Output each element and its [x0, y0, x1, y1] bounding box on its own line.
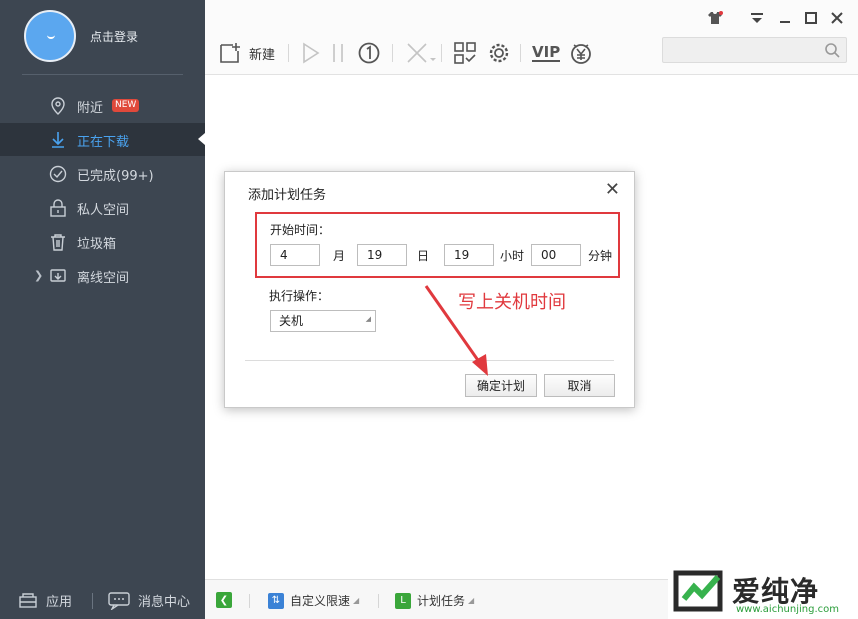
dropdown-icon: ◢	[468, 596, 475, 605]
start-button[interactable]	[301, 40, 321, 66]
dropdown-icon: ◢	[365, 315, 371, 323]
manage-button[interactable]	[453, 40, 477, 66]
location-icon	[48, 96, 67, 115]
dialog-title: 添加计划任务	[248, 188, 327, 203]
new-badge: NEW	[112, 99, 140, 112]
start-time-highlight: 开始时间： 4 月 19 日 19 小时 00 分钟	[255, 212, 620, 278]
settings-button[interactable]	[487, 40, 511, 66]
month-unit: 月	[333, 249, 346, 263]
cloud-icon	[48, 266, 67, 285]
skin-icon[interactable]	[707, 10, 723, 26]
bottom-divider	[92, 593, 93, 609]
delete-icon	[407, 43, 436, 63]
toolbar-divider	[441, 44, 442, 62]
pause-button[interactable]	[331, 40, 345, 66]
custom-speed-limit-label: 自定义限速	[290, 594, 351, 608]
gear-icon	[489, 43, 509, 63]
delete-button[interactable]	[405, 40, 437, 66]
status-divider	[249, 594, 250, 608]
schedule-icon: L	[395, 592, 411, 609]
hour-unit: 小时	[500, 249, 525, 263]
hour-input[interactable]: 19	[444, 244, 494, 266]
sidebar-item-offline-space[interactable]: ❯ 离线空间	[0, 259, 205, 292]
play-icon	[303, 42, 320, 64]
money-button[interactable]	[569, 40, 593, 66]
collapse-button[interactable]: ❮	[216, 592, 238, 608]
chevron-left-icon: ❮	[216, 592, 232, 608]
search-input[interactable]	[662, 37, 847, 63]
grid-check-icon	[454, 42, 476, 64]
action-select[interactable]: 关机 ◢	[270, 310, 376, 332]
chevron-right-icon[interactable]: ❯	[34, 269, 43, 282]
menu-icon[interactable]	[749, 10, 765, 26]
dropdown-icon: ◢	[353, 596, 360, 605]
action-select-value: 关机	[279, 314, 304, 328]
sidebar-item-trash[interactable]: 垃圾箱	[0, 225, 205, 258]
sidebar-item-nearby[interactable]: 附近 NEW	[0, 89, 205, 122]
minimize-icon[interactable]	[777, 10, 793, 26]
message-center-label: 消息中心	[138, 595, 191, 610]
start-time-label: 开始时间：	[270, 223, 331, 237]
sidebar-divider	[22, 74, 183, 75]
schedule-task-label: 计划任务	[417, 594, 466, 608]
sidebar-item-label: 离线空间	[77, 271, 130, 286]
watermark-url: www.aichunjing.com	[736, 604, 839, 615]
cancel-button[interactable]: 取消	[544, 374, 615, 397]
close-icon[interactable]	[829, 10, 845, 26]
sidebar-item-label: 私人空间	[77, 203, 130, 218]
minute-input[interactable]: 00	[531, 244, 581, 266]
sidebar-item-downloading[interactable]: 正在下载	[0, 123, 205, 156]
download-icon	[48, 130, 67, 149]
avatar[interactable]	[24, 10, 76, 62]
sidebar: 点击登录 附近 NEW 正在下载 已完成(99+) 私人空间 垃圾箱 ❯ 离线空…	[0, 0, 205, 619]
lock-icon	[48, 198, 67, 217]
login-link[interactable]: 点击登录	[90, 28, 138, 45]
minute-unit: 分钟	[588, 249, 613, 263]
month-input[interactable]: 4	[270, 244, 320, 266]
sidebar-item-completed[interactable]: 已完成(99+)	[0, 157, 205, 190]
dialog-close-icon[interactable]: ✕	[605, 181, 620, 199]
vip-button[interactable]: VIP	[532, 40, 561, 66]
message-icon	[108, 591, 130, 610]
watermark: 爱纯净 www.aichunjing.com	[668, 566, 858, 619]
maximize-icon[interactable]	[803, 10, 819, 26]
apps-icon	[19, 592, 37, 608]
new-task-button[interactable]: 新建	[219, 40, 275, 66]
limit-button[interactable]	[357, 40, 381, 66]
toolbar-divider	[392, 44, 393, 62]
new-file-icon	[220, 43, 240, 63]
sidebar-item-private-space[interactable]: 私人空间	[0, 191, 205, 224]
custom-speed-limit-button[interactable]: ⇅ 自定义限速 ◢	[268, 592, 359, 609]
apps-label: 应用	[46, 595, 73, 610]
speed-limit-icon: ⇅	[268, 592, 284, 609]
status-divider	[378, 594, 379, 608]
pause-icon	[333, 44, 343, 62]
check-circle-icon	[48, 164, 67, 183]
yuan-icon	[571, 44, 591, 64]
sidebar-item-label: 附近	[77, 101, 104, 116]
vip-label: VIP	[532, 43, 561, 62]
annotation-text: 写上关机时间	[458, 292, 566, 313]
sidebar-item-label: 正在下载	[77, 135, 130, 150]
search-icon[interactable]	[824, 42, 840, 58]
day-input[interactable]: 19	[357, 244, 407, 266]
schedule-task-button[interactable]: L 计划任务 ◢	[395, 592, 474, 609]
message-center-button[interactable]: 消息中心	[108, 591, 190, 610]
toolbar-divider	[288, 44, 289, 62]
watermark-logo	[673, 570, 723, 612]
sidebar-bottom: 应用 消息中心	[0, 579, 205, 619]
new-task-label: 新建	[249, 47, 276, 63]
apps-button[interactable]: 应用	[18, 591, 72, 610]
toolbar-divider	[520, 44, 521, 62]
trash-icon	[48, 232, 67, 251]
toolbar: 新建 VIP	[205, 0, 858, 75]
action-label: 执行操作：	[269, 289, 330, 303]
sidebar-item-label: 已完成(99+)	[77, 169, 154, 184]
sidebar-item-label: 垃圾箱	[77, 237, 117, 252]
clock-one-icon	[358, 42, 380, 64]
day-unit: 日	[417, 249, 430, 263]
